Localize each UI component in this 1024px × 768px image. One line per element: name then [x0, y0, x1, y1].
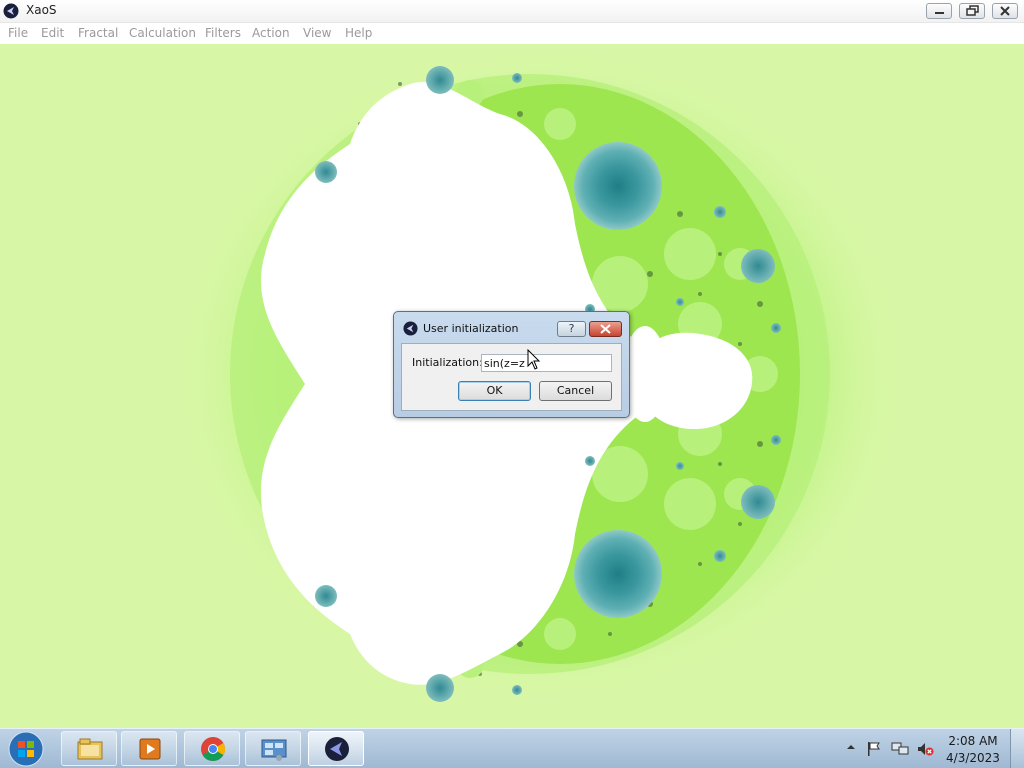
clock-time[interactable]: 2:08 AM — [946, 734, 1000, 748]
close-icon — [1000, 6, 1010, 16]
clock-date[interactable]: 4/3/2023 — [946, 751, 1000, 765]
ok-button[interactable]: OK — [458, 381, 531, 401]
chrome-icon — [201, 737, 226, 762]
show-desktop-button[interactable] — [1010, 729, 1024, 768]
dialog-close-button[interactable] — [589, 321, 622, 337]
xaos-icon — [3, 3, 19, 19]
menu-filters[interactable]: Filters — [205, 26, 241, 40]
action-center-flag-icon[interactable] — [866, 741, 882, 757]
menu-help[interactable]: Help — [345, 26, 372, 40]
teal-bulb-bottom — [574, 530, 662, 618]
menu-action[interactable]: Action — [252, 26, 290, 40]
menu-file[interactable]: File — [8, 26, 28, 40]
initialization-label: Initialization: — [412, 356, 483, 369]
teal-bulb-top — [574, 142, 662, 230]
show-hidden-icons-icon[interactable] — [845, 741, 857, 753]
close-button[interactable] — [992, 3, 1018, 19]
menu-bar: File Edit Fractal Calculation Filters Ac… — [0, 23, 1024, 43]
menu-fractal[interactable]: Fractal — [78, 26, 118, 40]
cancel-button[interactable]: Cancel — [539, 381, 612, 401]
media-player-icon — [139, 738, 161, 760]
desktop: XaoS File Edit Fractal Calculation Filte… — [0, 0, 1024, 768]
xaos-icon — [403, 321, 418, 336]
window-title: XaoS — [26, 3, 57, 17]
dialog-title: User initialization — [423, 322, 519, 335]
file-explorer-icon — [77, 738, 103, 760]
volume-muted-icon[interactable] — [916, 741, 934, 757]
menu-edit[interactable]: Edit — [41, 26, 64, 40]
taskbar-file-explorer[interactable] — [61, 731, 117, 766]
taskbar: 2:08 AM 4/3/2023 — [0, 728, 1024, 768]
taskbar-media-player[interactable] — [121, 731, 177, 766]
start-button[interactable] — [6, 730, 46, 768]
menu-calculation[interactable]: Calculation — [129, 26, 196, 40]
minimize-button[interactable] — [926, 3, 952, 19]
restore-button[interactable] — [959, 3, 985, 19]
taskbar-chrome[interactable] — [184, 731, 240, 766]
dialog-body: Initialization: OK Cancel — [401, 343, 622, 411]
control-panel-icon — [261, 739, 287, 761]
network-icon[interactable] — [891, 741, 909, 757]
taskbar-xaos[interactable] — [308, 731, 364, 766]
close-icon — [600, 324, 611, 334]
initialization-input[interactable] — [481, 354, 612, 372]
taskbar-control-panel[interactable] — [245, 731, 301, 766]
user-initialization-dialog: User initialization ? Initialization: OK… — [393, 311, 630, 418]
mouse-cursor-icon — [527, 349, 541, 370]
title-bar[interactable]: XaoS — [0, 0, 1024, 23]
menu-view[interactable]: View — [303, 26, 331, 40]
xaos-icon — [325, 737, 349, 761]
help-button[interactable]: ? — [557, 321, 586, 337]
restore-icon — [966, 5, 979, 16]
minimize-icon — [935, 12, 944, 14]
